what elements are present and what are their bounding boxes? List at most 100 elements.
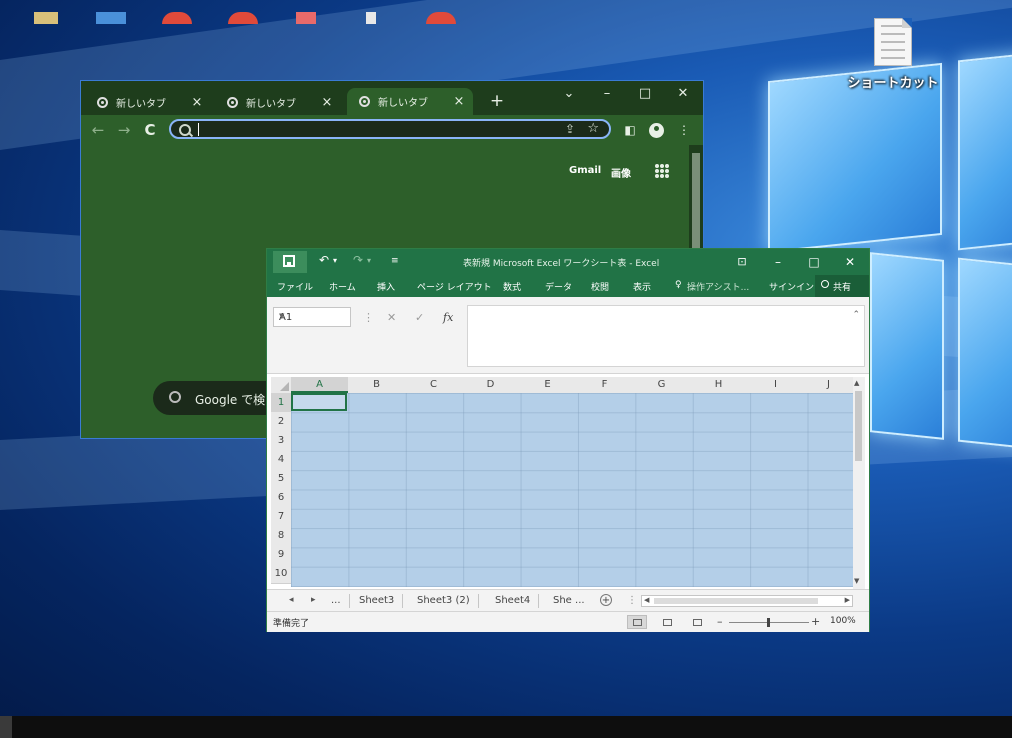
file-explorer-icon[interactable] (34, 12, 58, 24)
column-header[interactable]: I (747, 377, 805, 393)
column-header[interactable]: D (462, 377, 520, 393)
close-window-button[interactable]: ✕ (835, 252, 865, 272)
row-header[interactable]: 7 (271, 507, 291, 527)
undo-button[interactable]: ↶ (319, 253, 329, 267)
zoom-percent[interactable]: 100% (830, 616, 856, 626)
start-button[interactable] (0, 716, 12, 738)
row-header[interactable]: 9 (271, 545, 291, 565)
zoom-slider-knob[interactable] (767, 618, 770, 627)
sheet-tab[interactable]: Sheet4 (487, 594, 540, 608)
app-taskbar-icon[interactable] (366, 12, 376, 24)
close-tab-icon[interactable]: × (189, 95, 205, 110)
sheet-next-icon[interactable]: ▸ (311, 595, 316, 605)
row-header[interactable]: 8 (271, 526, 291, 546)
sheet-prev-icon[interactable]: ◂ (289, 595, 294, 605)
sheet-vertical-scrollbar[interactable]: ▲ ▼ (853, 377, 865, 589)
profile-avatar-icon[interactable] (649, 123, 664, 138)
sheet-tab[interactable]: She ... (545, 594, 593, 608)
maximize-button[interactable]: □ (627, 83, 663, 107)
page-layout-view-button[interactable] (657, 615, 677, 629)
name-box[interactable]: A1 ▼ (273, 307, 351, 327)
sheet-tab[interactable]: Sheet3 (2) (409, 594, 479, 608)
column-header[interactable]: G (633, 377, 691, 393)
maximize-button[interactable]: □ (799, 252, 829, 272)
close-window-button[interactable]: ✕ (665, 83, 701, 107)
google-apps-icon[interactable] (655, 164, 669, 178)
chrome-taskbar-icon[interactable] (162, 12, 192, 24)
tab-data[interactable]: データ (545, 280, 572, 293)
sheet-tab-overflow[interactable]: ... (323, 594, 350, 608)
row-header[interactable]: 5 (271, 469, 291, 489)
side-panel-icon[interactable]: ◧ (621, 121, 639, 139)
tab-review[interactable]: 校閲 (591, 280, 609, 293)
gmail-link[interactable]: Gmail (569, 165, 601, 176)
address-input[interactable] (195, 122, 539, 138)
column-header[interactable]: H (690, 377, 748, 393)
cell-range-selected[interactable] (291, 393, 853, 587)
tab-home[interactable]: ホーム (329, 280, 356, 293)
menu-kebab-icon[interactable]: ⋮ (675, 121, 693, 139)
active-cell-a1[interactable] (291, 393, 347, 411)
column-header[interactable]: A (291, 377, 349, 393)
scroll-right-icon[interactable]: ▶ (845, 596, 850, 604)
chrome-tab[interactable]: 新しいタブ × (215, 89, 341, 115)
minimize-button[interactable]: – (589, 83, 625, 107)
excel-window[interactable]: ↶ ▾ ↷ ▾ ≡ 表新規 Microsoft Excel ワークシート表 - … (266, 248, 870, 632)
column-header[interactable]: B (348, 377, 406, 393)
reload-button[interactable]: C (139, 120, 161, 140)
scroll-left-icon[interactable]: ◀ (644, 596, 649, 604)
enter-icon[interactable]: ✓ (415, 311, 424, 324)
tab-search-button[interactable]: ⌄ (551, 83, 587, 107)
desktop-shortcut[interactable]: ショートカット (846, 18, 940, 91)
chrome-taskbar-icon[interactable] (228, 12, 258, 24)
redo-dropdown[interactable]: ▾ (367, 256, 371, 265)
add-sheet-button[interactable]: + (600, 594, 612, 606)
zoom-in-button[interactable]: + (811, 615, 820, 628)
row-header[interactable]: 6 (271, 488, 291, 508)
control-panel-icon[interactable] (96, 12, 126, 24)
tab-insert[interactable]: 挿入 (377, 280, 395, 293)
save-button[interactable] (273, 251, 307, 273)
collapse-formula-bar-icon[interactable]: ⌃ (852, 310, 860, 320)
sheet-tab[interactable]: Sheet3 (351, 594, 404, 608)
chrome-tab-active[interactable]: 新しいタブ × (347, 88, 473, 115)
undo-dropdown[interactable]: ▾ (333, 256, 337, 265)
column-header[interactable]: F (576, 377, 634, 393)
zoom-slider[interactable] (729, 618, 809, 627)
back-button[interactable]: ← (87, 120, 109, 140)
column-header[interactable]: C (405, 377, 463, 393)
app-taskbar-icon[interactable] (296, 12, 316, 24)
chevron-down-icon[interactable]: ▼ (279, 312, 346, 320)
forward-button[interactable]: → (113, 120, 135, 140)
worksheet-grid[interactable]: A B C D E F G H I J 1 2 3 4 5 6 7 8 9 10… (267, 377, 869, 589)
scrollbar-thumb[interactable] (654, 598, 818, 604)
formula-input[interactable]: ⌃ (467, 305, 865, 367)
images-link[interactable]: 画像 (611, 165, 631, 180)
cancel-icon[interactable]: ✕ (387, 311, 396, 324)
omnibox[interactable]: ⇪ ☆ (169, 119, 611, 139)
share-icon[interactable]: ⇪ (565, 122, 575, 136)
row-header[interactable]: 10 (271, 564, 291, 584)
column-header[interactable]: J (804, 377, 854, 393)
scrollbar-thumb[interactable] (855, 391, 862, 461)
scroll-down-icon[interactable]: ▼ (854, 577, 859, 585)
bookmark-star-icon[interactable]: ☆ (587, 121, 599, 136)
sheet-horizontal-scrollbar[interactable]: ◀ ▶ (641, 595, 853, 607)
tab-file[interactable]: ファイル (277, 280, 313, 293)
tab-page-layout[interactable]: ページ レイアウト (417, 280, 492, 293)
tab-formulas[interactable]: 数式 (503, 280, 521, 293)
redo-button[interactable]: ↷ (353, 253, 363, 267)
row-header[interactable]: 2 (271, 412, 291, 432)
customize-qat-button[interactable]: ≡ (391, 256, 399, 266)
chrome-taskbar-icon[interactable] (426, 12, 456, 24)
share-button[interactable]: 共有 (815, 275, 869, 297)
close-tab-icon[interactable]: × (451, 94, 467, 109)
scroll-up-icon[interactable]: ▲ (854, 379, 859, 387)
row-header[interactable]: 1 (271, 393, 291, 413)
column-header[interactable]: E (519, 377, 577, 393)
tab-view[interactable]: 表示 (633, 280, 651, 293)
row-header[interactable]: 3 (271, 431, 291, 451)
chrome-tab[interactable]: 新しいタブ × (85, 89, 211, 115)
tell-me-search[interactable]: 操作アシスト... (687, 280, 749, 293)
minimize-button[interactable]: – (763, 252, 793, 272)
